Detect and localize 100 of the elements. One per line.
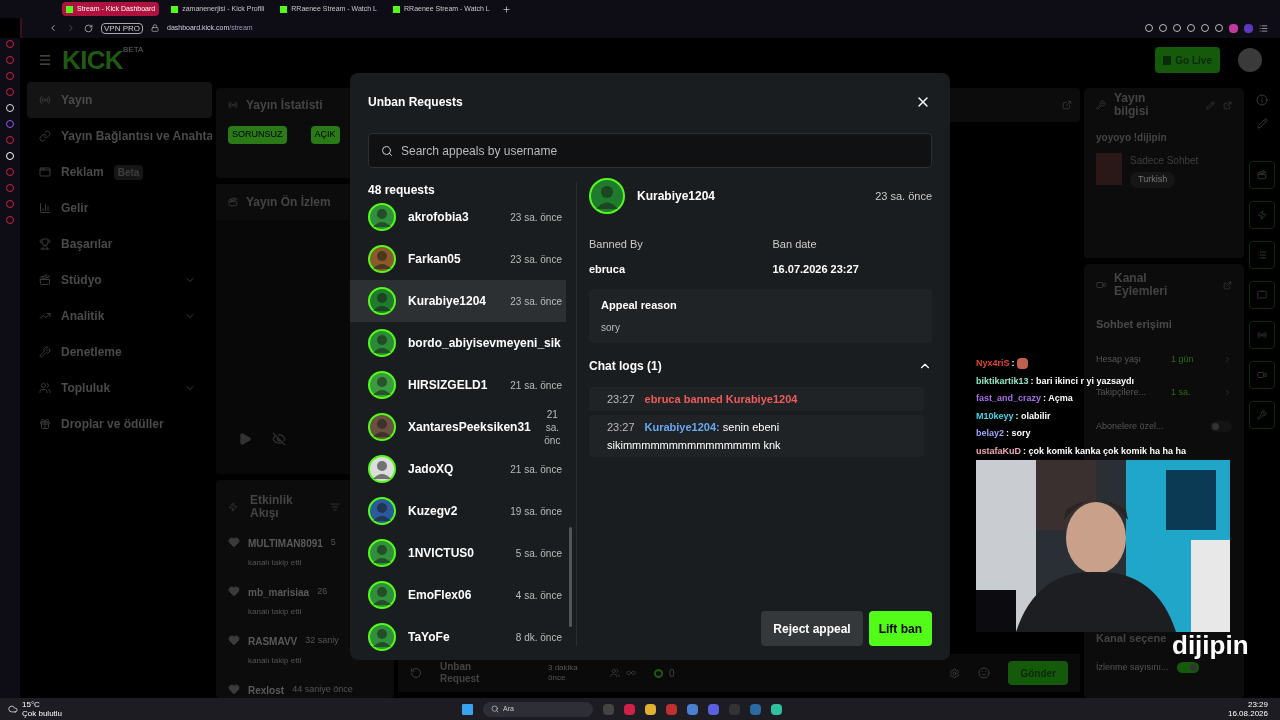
panel-title: Yayın İstatisti (246, 97, 323, 114)
history-icon (410, 667, 422, 679)
avatar-icon (368, 371, 396, 399)
users-icon (39, 382, 51, 394)
menu-icon[interactable] (1259, 23, 1268, 33)
gift-icon (39, 418, 51, 430)
setting-value: 1 gün (1171, 352, 1194, 366)
event-text: kanalı takip etti (248, 606, 303, 618)
request-item[interactable]: Kuzegv2 19 sa. önce (350, 490, 566, 532)
beta-label: BETA (122, 44, 144, 54)
lift-ban-button[interactable]: Lift ban (868, 611, 932, 646)
back-icon[interactable] (48, 23, 58, 33)
lightning-icon (1257, 210, 1267, 220)
request-item[interactable]: bordo_abiyisevmeyeni_sik (350, 322, 566, 364)
request-item[interactable]: TaYoFe 8 dk. önce (350, 616, 566, 658)
request-username: Kuzegv2 (408, 503, 458, 520)
new-tab-icon[interactable] (501, 4, 511, 14)
chat-message: : bari ikinci r yi yazsaydı (1030, 374, 1135, 388)
request-username: JadoXQ (408, 461, 454, 478)
chat-message: : çok komik kanka çok komik ha ha ha (1023, 444, 1187, 458)
event-user: RASMAVV (248, 635, 298, 649)
request-time: 8 dk. önce (515, 630, 562, 644)
request-item[interactable]: Kurabiye1204 23 sa. önce (350, 280, 566, 322)
field-label: Banned By (589, 237, 644, 252)
request-item[interactable]: HIRSIZGELD1 21 sa. önce (350, 364, 566, 406)
broadcast-icon (228, 100, 238, 110)
avatar-icon (368, 581, 396, 609)
request-username: XantaresPeeksiken31 (408, 419, 531, 436)
panel-toggle-button[interactable] (1249, 161, 1275, 189)
chat-message: : Açma (1043, 392, 1073, 405)
play-icon[interactable] (238, 432, 252, 446)
event-time: 44 saniye önce (292, 683, 353, 696)
expand-icon[interactable] (1062, 100, 1072, 110)
broadcast-icon (1257, 330, 1267, 340)
eye-off-icon[interactable] (272, 432, 286, 446)
request-item[interactable]: JadoXQ 21 sa. önce (350, 448, 566, 490)
request-item[interactable]: EmoFlex06 4 sa. önce (350, 574, 566, 616)
temperature-label: 15°C (22, 700, 41, 709)
toggle-switch[interactable] (1210, 420, 1232, 432)
panel-toggle-button[interactable] (1249, 361, 1275, 389)
request-item[interactable]: 1NVICTUS0 5 sa. önce (350, 532, 566, 574)
taskbar-app-icon[interactable] (687, 703, 699, 715)
reload-icon[interactable] (84, 23, 93, 33)
category-thumbnail (1096, 153, 1122, 185)
taskbar-app-icon[interactable] (645, 703, 657, 715)
panel-title: Etkinlik Akışı (250, 494, 294, 520)
event-text: kanalı takip etti (248, 655, 303, 667)
start-icon[interactable] (462, 703, 474, 715)
chat-username: ustafaKuD (976, 444, 1021, 458)
avatar[interactable] (1238, 48, 1262, 72)
film-icon (228, 197, 238, 207)
chat-username: fast_and_crazy (976, 392, 1042, 405)
request-item[interactable]: XantaresPeeksiken31 21 sa. önc (350, 406, 566, 448)
stream-title: yoyoyo !dijipin (1096, 131, 1168, 145)
request-item[interactable]: Farkan05 23 sa. önce (350, 238, 566, 280)
broadcast-icon (39, 94, 51, 106)
toggle-switch[interactable] (1176, 661, 1199, 673)
favicon-icon (66, 5, 73, 13)
taskbar-app-icon[interactable] (771, 703, 783, 715)
avatar-icon (368, 203, 396, 231)
unban-request-label: Unban Request (440, 661, 481, 685)
panel-toggle-button[interactable] (1249, 241, 1275, 269)
weather-icon[interactable] (8, 704, 18, 714)
request-time: 23 sa. önce (510, 252, 562, 266)
search-icon (381, 144, 393, 157)
language-tag: Turkish (1130, 172, 1176, 188)
setting-label: Takipçilere... (1096, 386, 1148, 399)
wrench-icon (39, 346, 51, 358)
chat-logs-title[interactable]: Chat logs (1) (589, 356, 662, 375)
avatar-icon (368, 245, 396, 273)
reject-appeal-button[interactable]: Reject appeal (761, 611, 863, 646)
search-field[interactable]: Search appeals by username (368, 133, 932, 168)
list-icon (1257, 250, 1267, 260)
field-value: 16.07.2026 23:27 (771, 261, 860, 277)
link-icon (39, 130, 51, 142)
chart-icon (39, 202, 51, 214)
event-time: 32 saniy (305, 634, 339, 647)
clock-date: 16.08.2026 (1227, 709, 1268, 718)
camera-icon (1257, 370, 1267, 380)
panel-toggle-button[interactable] (1249, 281, 1275, 309)
request-item[interactable]: akrofobia3 23 sa. önce (350, 196, 566, 238)
request-count: 48 requests (368, 182, 436, 198)
request-time: 19 sa. önce (510, 504, 562, 518)
vpn-badge[interactable]: VPN PRO (101, 22, 143, 34)
chat-username: Nyx4riS (976, 357, 1010, 370)
panel-toggle-button[interactable] (1249, 321, 1275, 349)
panel-toggle-button[interactable] (1249, 201, 1275, 229)
avatar-icon (368, 329, 396, 357)
avatar-icon (368, 539, 396, 567)
chat-message: : sory (1006, 427, 1031, 440)
chat-message: : (1011, 357, 1015, 370)
search-icon (491, 705, 500, 713)
request-username: Kurabiye1204 (408, 293, 487, 310)
forward-icon[interactable] (66, 23, 76, 33)
panel-toggle-button[interactable] (1249, 401, 1275, 429)
search-input[interactable]: Search appeals by username (401, 141, 919, 160)
request-username: akrofobia3 (408, 209, 469, 226)
camera-icon (1096, 280, 1106, 290)
field-value: ebruca (589, 261, 627, 277)
avatar-icon (368, 623, 396, 651)
